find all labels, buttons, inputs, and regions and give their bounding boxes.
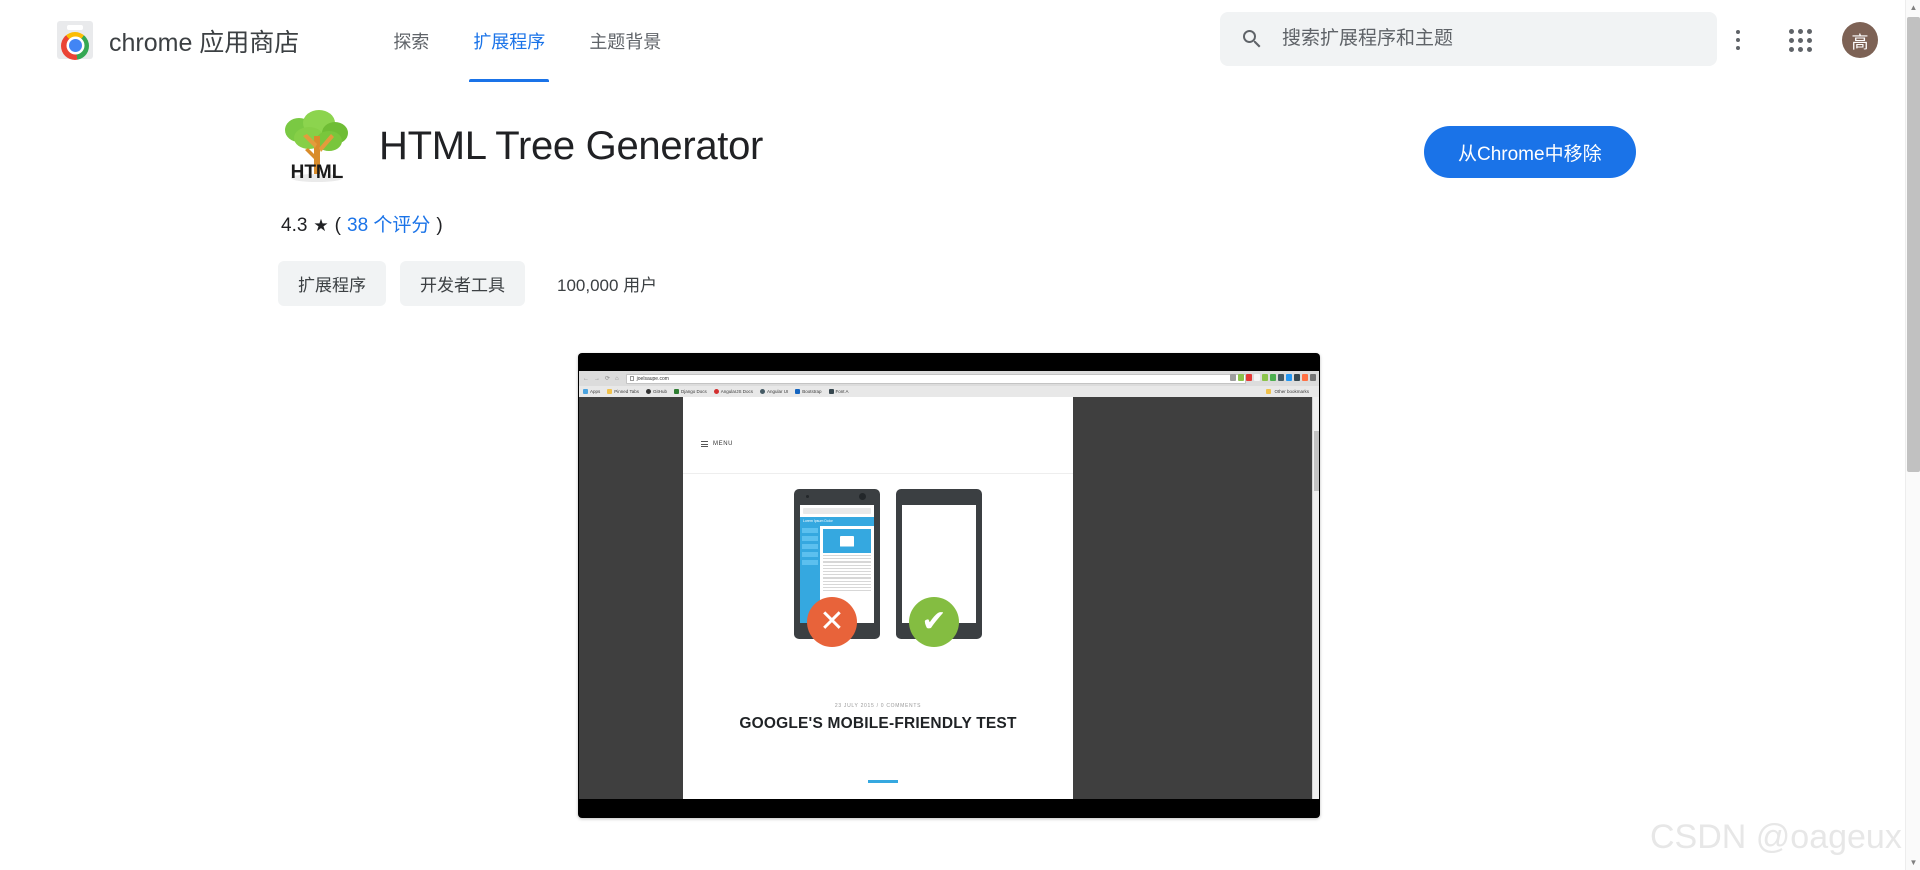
header-actions: 高: [1718, 20, 1878, 60]
brand-title: chrome 应用商店: [109, 28, 300, 57]
tag-extensions[interactable]: 扩展程序: [278, 261, 386, 306]
apps-grid-icon[interactable]: [1780, 20, 1820, 60]
avatar[interactable]: 高: [1842, 22, 1878, 58]
page-scrollbar[interactable]: ▲ ▼: [1905, 0, 1920, 870]
remove-from-chrome-button[interactable]: 从Chrome中移除: [1424, 126, 1636, 178]
page-scroll-thumb[interactable]: [1907, 17, 1920, 472]
store-header: chrome 应用商店 探索 扩展程序 主题背景 高: [0, 0, 1905, 82]
users-count: 100,000 用户: [557, 276, 658, 295]
bookmarks-bar: Apps Pinned Tabs GitHub Django Docs Angu…: [579, 386, 1319, 397]
site-menu[interactable]: MENU: [701, 441, 733, 447]
more-vertical-icon[interactable]: [1718, 20, 1758, 60]
rating-value: 4.3: [281, 215, 308, 236]
back-arrow-icon: ←: [583, 375, 589, 382]
search-box[interactable]: [1220, 12, 1717, 66]
page-title: HTML Tree Generator: [379, 123, 764, 168]
nav-item-explore[interactable]: 探索: [371, 0, 451, 82]
tags-row: 扩展程序 开发者工具 100,000 用户: [278, 261, 1905, 306]
bookmark-angular-ui[interactable]: Angular UI: [760, 389, 788, 394]
title-underline: [868, 780, 898, 783]
rating-count-link[interactable]: 38 个评分: [347, 210, 430, 237]
omnibox: joelsaupe.com: [625, 373, 1246, 384]
page-info-icon: [629, 376, 634, 381]
bookmark-other-bookmarks[interactable]: Other bookmarks: [1266, 389, 1309, 394]
bookmark-bootstrap[interactable]: Bootstrap: [795, 389, 822, 394]
main-nav: 探索 扩展程序 主题背景: [371, 0, 683, 82]
omnibox-url: joelsaupe.com: [636, 375, 669, 382]
nav-item-extensions[interactable]: 扩展程序: [451, 0, 567, 82]
tag-developer-tools[interactable]: 开发者工具: [400, 261, 525, 306]
rating-close-paren: ): [436, 215, 443, 236]
scroll-up-arrow-icon[interactable]: ▲: [1906, 0, 1920, 15]
screenshot-image: ← → ⟳ ⌂ joelsaupe.com Apps Pinned Tabs G…: [579, 371, 1319, 799]
html-tree-generator-icon: HTML: [281, 108, 353, 184]
browser-extension-icons: [1230, 374, 1316, 381]
fail-badge-icon: ✕: [807, 597, 857, 647]
site-menu-label: MENU: [713, 441, 734, 447]
article-meta: 23 JULY 2015 / 0 COMMENTS: [834, 703, 922, 709]
article-title: GOOGLE'S MOBILE-FRIENDLY TEST: [739, 715, 1017, 732]
rating-open-paren: (: [334, 215, 341, 236]
rating-row: 4.3 ★ (38 个评分): [281, 210, 1905, 237]
reload-icon: ⟳: [605, 376, 611, 382]
search-input[interactable]: [1282, 28, 1702, 50]
screenshot-card[interactable]: ← → ⟳ ⌂ joelsaupe.com Apps Pinned Tabs G…: [578, 353, 1320, 818]
divider: [683, 473, 1073, 474]
extension-detail-header: HTML HTML Tree Generator 4.3 ★ (38 个评分) …: [0, 82, 1905, 306]
home-icon: ⌂: [615, 375, 619, 382]
pass-badge-icon: ✔: [909, 597, 959, 647]
chrome-logo-icon: [55, 20, 95, 61]
title-row: HTML HTML Tree Generator: [281, 108, 1905, 184]
forward-arrow-icon: →: [594, 375, 600, 382]
store-brand[interactable]: chrome 应用商店: [55, 20, 300, 61]
inner-page-scrollbar[interactable]: [1312, 397, 1319, 799]
watermark: CSDN @oageux: [1650, 818, 1902, 856]
bookmark-angularjs-docs[interactable]: AngularJS Docs: [713, 389, 753, 394]
bookmark-pinned-tabs[interactable]: Pinned Tabs: [607, 389, 639, 394]
nav-item-themes[interactable]: 主题背景: [567, 0, 683, 82]
scroll-down-arrow-icon[interactable]: ▼: [1906, 855, 1920, 870]
inner-browser-toolbar: ← → ⟳ ⌂ joelsaupe.com: [579, 371, 1319, 386]
inner-webpage: MENU Lorem Ipsum Dolor ✕ ✔ 23 JULY 2015 …: [579, 397, 1312, 799]
search-icon: [1243, 30, 1261, 48]
article-paper: MENU Lorem Ipsum Dolor ✕ ✔ 23 JULY 2015 …: [683, 397, 1073, 799]
bookmark-apps[interactable]: Apps: [583, 389, 600, 394]
bookmark-django-docs[interactable]: Django Docs: [673, 389, 707, 394]
star-icon: ★: [313, 216, 329, 235]
bookmark-font-awesome[interactable]: Font A: [828, 389, 849, 394]
inner-page-scroll-thumb[interactable]: [1314, 431, 1319, 491]
bookmark-github[interactable]: GitHub: [645, 389, 667, 394]
inner-browser-chrome: ← → ⟳ ⌂ joelsaupe.com Apps Pinned Tabs G…: [579, 371, 1319, 397]
hamburger-icon: [701, 441, 708, 447]
svg-text:HTML: HTML: [291, 162, 344, 183]
